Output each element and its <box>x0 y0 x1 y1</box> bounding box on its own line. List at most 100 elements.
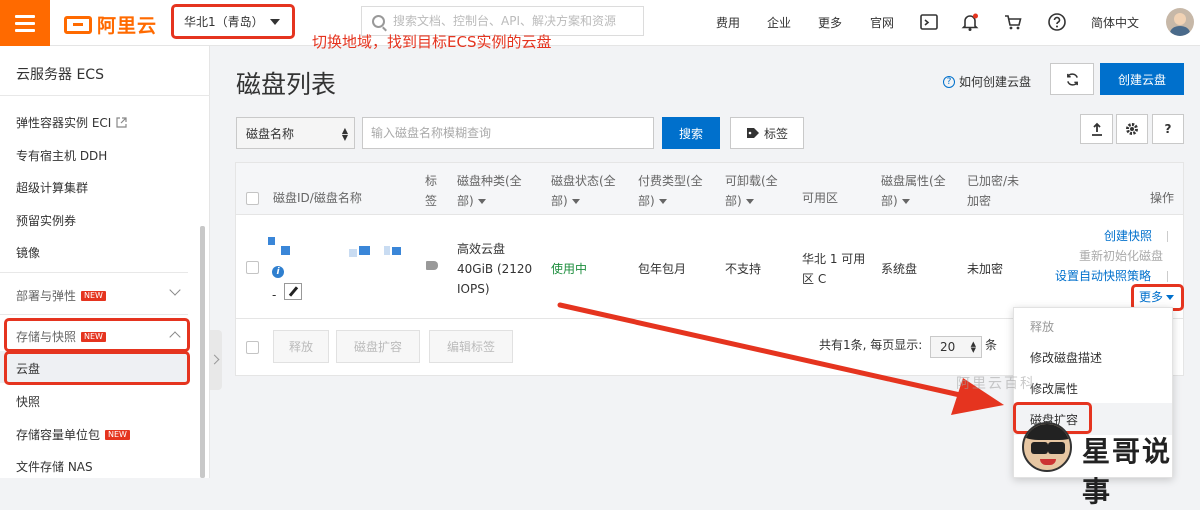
sidebar-collapse-toggle[interactable] <box>210 330 222 390</box>
create-snapshot-link[interactable]: 创建快照 <box>1104 226 1152 246</box>
tag-filter-button[interactable]: 标签 <box>730 117 804 149</box>
row-checkbox[interactable] <box>246 261 259 274</box>
terminal-icon[interactable] <box>919 12 939 32</box>
expand-disk-button[interactable]: 磁盘扩容 <box>336 330 420 363</box>
settings-button[interactable] <box>1116 114 1148 144</box>
sidebar-item-ddh[interactable]: 专有宿主机 DDH <box>16 147 107 164</box>
brand-overlay-text: 星哥说事 <box>1082 435 1173 508</box>
col-detach-line2: 部) <box>725 194 742 208</box>
nav-enterprise[interactable]: 企业 <box>767 14 791 31</box>
sidebar-scrollbar[interactable] <box>200 226 205 478</box>
search-button[interactable]: 搜索 <box>662 117 720 149</box>
sidebar-item-scu[interactable]: 存储容量单位包 NEW <box>16 426 130 443</box>
col-zone: 可用区 <box>802 191 839 205</box>
menu-icon[interactable] <box>0 0 50 46</box>
page-title: 磁盘列表 <box>236 70 337 99</box>
col-disk-status[interactable]: 磁盘状态(全 部) <box>551 171 616 211</box>
sidebar-item-reserved-instance[interactable]: 预留实例券 <box>16 212 76 229</box>
col-status-line2: 部) <box>551 194 568 208</box>
sidebar-item-eci[interactable]: 弹性容器实例 ECI <box>16 114 127 131</box>
menu-item-release[interactable]: 释放 <box>1030 318 1054 335</box>
sidebar-item-label: 专有宿主机 DDH <box>16 149 108 163</box>
edit-name-pencil-icon[interactable] <box>284 283 302 300</box>
action-separator <box>1167 231 1168 242</box>
refresh-icon <box>1066 72 1078 86</box>
col-billing[interactable]: 付费类型(全 部) <box>638 171 703 211</box>
col-detachable[interactable]: 可卸载(全 部) <box>725 171 778 211</box>
menu-item-edit-attributes[interactable]: 修改属性 <box>1030 380 1078 397</box>
redacted-disk-id-block <box>349 249 357 257</box>
nav-more[interactable]: 更多 <box>818 14 842 31</box>
disk-type-size: 40GiB (2120 <box>457 262 533 276</box>
tag-icon[interactable] <box>426 261 438 270</box>
disk-name-input[interactable] <box>371 126 641 140</box>
table-header: 磁盘ID/磁盘名称 标签 磁盘种类(全 部) 磁盘状态(全 部) 付费类型(全 部) … <box>236 163 1183 215</box>
refresh-button[interactable] <box>1050 63 1094 95</box>
brand-logo[interactable]: 阿里云 <box>64 11 157 38</box>
zone-line1: 华北 1 可用 <box>802 252 866 266</box>
menu-item-edit-description[interactable]: 修改磁盘描述 <box>1030 349 1102 366</box>
disk-type-name: 高效云盘 <box>457 242 506 256</box>
sidebar-item-image[interactable]: 镜像 <box>16 244 40 261</box>
footer-select-checkbox[interactable] <box>246 341 259 354</box>
cell-billing: 包年包月 <box>638 262 687 276</box>
help-icon[interactable] <box>1047 12 1067 32</box>
reinit-disk-link[interactable]: 重新初始化磁盘 <box>1079 246 1163 266</box>
sidebar-item-scc[interactable]: 超级计算集群 <box>16 179 88 196</box>
top-bar: 阿里云 华北1（青岛） 费用 企业 更多 官网 简体中文 <box>0 0 1200 46</box>
redacted-disk-id-block <box>281 246 290 255</box>
select-all-checkbox[interactable] <box>246 192 259 205</box>
release-button[interactable]: 释放 <box>273 330 329 363</box>
filter-caret-icon <box>745 199 754 204</box>
sidebar-item-label: 超级计算集群 <box>16 181 89 195</box>
sidebar-group-deploy[interactable]: 部署与弹性 NEW <box>16 287 106 304</box>
tag-icon <box>746 128 759 138</box>
brand-mascot-icon <box>1022 422 1072 472</box>
search-input[interactable] <box>393 14 633 28</box>
filter-caret-icon <box>658 199 667 204</box>
new-badge: NEW <box>81 290 106 301</box>
col-type-line2: 部) <box>457 194 474 208</box>
sidebar-title: 云服务器 ECS <box>16 67 104 83</box>
filter-field-value: 磁盘名称 <box>246 126 295 141</box>
action-separator <box>1167 271 1168 282</box>
user-avatar[interactable] <box>1166 8 1194 36</box>
sidebar-item-label: 存储容量单位包 <box>16 428 101 442</box>
nav-official-site[interactable]: 官网 <box>870 14 894 31</box>
col-disk-attr[interactable]: 磁盘属性(全 部) <box>881 171 946 211</box>
export-icon <box>1091 122 1102 136</box>
col-actions: 操作 <box>1150 191 1175 205</box>
create-disk-button[interactable]: 创建云盘 <box>1100 63 1184 95</box>
language-switcher[interactable]: 简体中文 <box>1091 14 1139 31</box>
export-button[interactable] <box>1080 114 1113 144</box>
redacted-disk-id-block <box>359 246 370 255</box>
caret-down-icon <box>270 19 280 25</box>
sidebar-item-label: 快照 <box>16 395 41 409</box>
filter-field-select[interactable]: 磁盘名称 ▲ ▼ <box>236 117 355 149</box>
col-disk-type[interactable]: 磁盘种类(全 部) <box>457 171 522 211</box>
nav-billing[interactable]: 费用 <box>716 14 740 31</box>
sidebar-item-nas[interactable]: 文件存储 NAS <box>16 458 93 475</box>
disk-type-iops: IOPS) <box>457 282 490 296</box>
annotation-box-storage <box>4 318 190 352</box>
disk-name-filter[interactable] <box>362 117 654 149</box>
col-type-line1: 磁盘种类(全 <box>457 174 522 188</box>
annotation-switch-region: 切换地域，找到目标ECS实例的云盘 <box>312 33 552 51</box>
auto-snapshot-policy-link[interactable]: 设置自动快照策略 <box>1055 266 1151 286</box>
howto-create-disk-link[interactable]: ? 如何创建云盘 <box>943 73 1031 90</box>
chevron-down-icon[interactable] <box>169 284 181 296</box>
info-icon[interactable]: i <box>272 266 284 278</box>
cell-status: 使用中 <box>551 262 588 276</box>
col-tag-line1: 标 <box>425 174 438 188</box>
page-size-select[interactable]: 20 ▲ ▼ <box>930 336 982 358</box>
edit-tags-button[interactable]: 编辑标签 <box>429 330 513 363</box>
bell-icon[interactable] <box>960 12 980 32</box>
cart-icon[interactable] <box>1003 12 1023 32</box>
help-button[interactable]: ? <box>1152 114 1184 144</box>
col-billing-line1: 付费类型(全 <box>638 174 703 188</box>
sidebar-item-label: 镜像 <box>16 246 41 260</box>
new-badge: NEW <box>105 429 130 440</box>
sidebar-item-snapshot[interactable]: 快照 <box>16 393 40 410</box>
cell-attribute: 系统盘 <box>881 262 918 276</box>
region-selector[interactable]: 华北1（青岛） <box>171 4 295 39</box>
